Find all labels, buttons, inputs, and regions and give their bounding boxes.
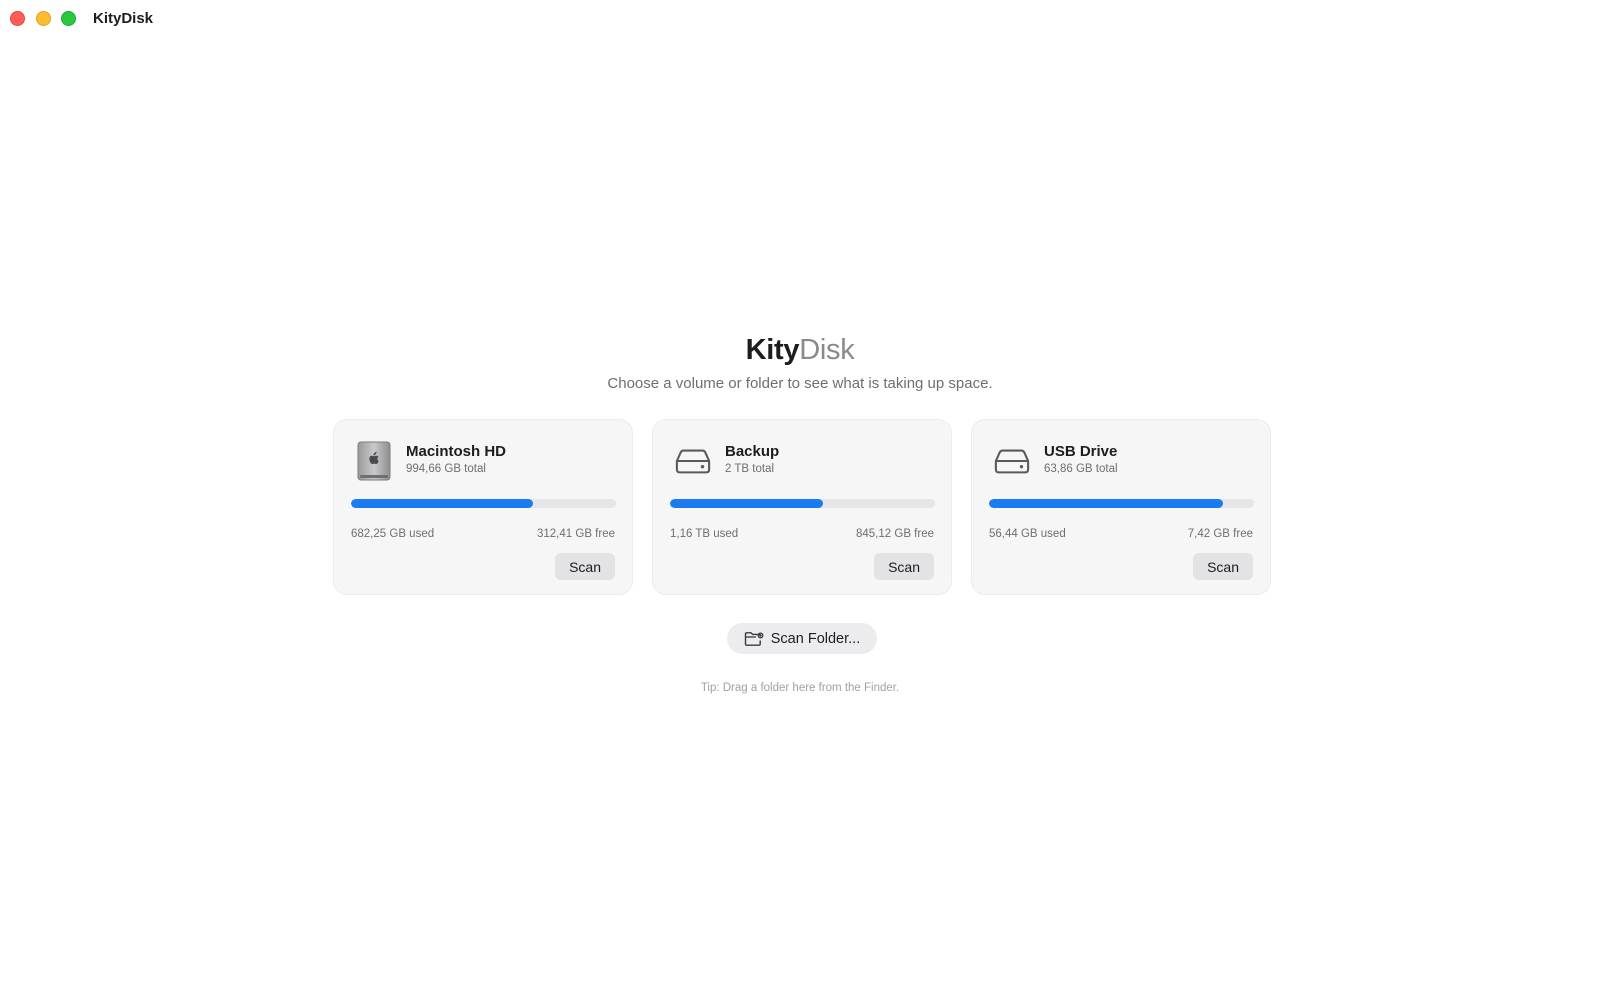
free-space: 845,12 GB free	[856, 528, 934, 540]
external-drive-icon	[675, 440, 711, 482]
usage-bar	[351, 499, 616, 508]
usage-bar-fill	[989, 499, 1224, 508]
used-space: 56,44 GB used	[989, 528, 1066, 540]
zoom-window-button[interactable]	[61, 11, 76, 26]
volume-name: USB Drive	[1044, 443, 1118, 460]
title-light-part: Disk	[799, 334, 855, 366]
volume-name: Backup	[725, 443, 780, 460]
close-window-button[interactable]	[10, 11, 25, 26]
minimize-window-button[interactable]	[36, 11, 51, 26]
title-strong-part: Kity	[745, 334, 800, 366]
volume-card-usb-drive[interactable]: USB Drive 63,86 GB total 56,44 GB used 7…	[971, 419, 1271, 595]
scan-folder-button[interactable]: Scan Folder...	[727, 623, 877, 654]
window-titlebar: KityDisk	[0, 0, 1600, 36]
volume-total-size: 2 TB total	[725, 463, 775, 475]
window-title: KityDisk	[93, 10, 154, 27]
scan-folder-label: Scan Folder...	[770, 630, 861, 647]
app-logo-title: KityDisk	[0, 334, 1600, 367]
external-drive-icon	[994, 440, 1030, 482]
volume-list: Macintosh HD 994,66 GB total 682,25 GB u…	[333, 419, 1271, 595]
internal-disk-icon	[356, 440, 392, 482]
usage-bar-fill	[351, 499, 533, 508]
folder-badge-icon	[744, 631, 764, 647]
scan-button[interactable]: Scan	[1193, 553, 1253, 580]
volume-name: Macintosh HD	[406, 443, 507, 460]
usage-bar-fill	[670, 499, 824, 508]
volume-card-macintosh-hd[interactable]: Macintosh HD 994,66 GB total 682,25 GB u…	[333, 419, 633, 595]
used-space: 682,25 GB used	[351, 528, 435, 540]
volume-total-size: 994,66 GB total	[406, 463, 486, 475]
free-space: 312,41 GB free	[537, 528, 615, 540]
free-space: 7,42 GB free	[1187, 528, 1253, 540]
page-subtitle: Choose a volume or folder to see what is…	[607, 375, 993, 392]
used-space: 1,16 TB used	[670, 528, 739, 540]
usage-bar	[989, 499, 1254, 508]
scan-button[interactable]: Scan	[555, 553, 615, 580]
volume-total-size: 63,86 GB total	[1044, 463, 1118, 475]
drag-tip: Tip: Drag a folder here from the Finder.	[700, 682, 900, 694]
volume-card-backup[interactable]: Backup 2 TB total 1,16 TB used 845,12 GB…	[652, 419, 952, 595]
usage-bar	[670, 499, 935, 508]
scan-button[interactable]: Scan	[874, 553, 934, 580]
